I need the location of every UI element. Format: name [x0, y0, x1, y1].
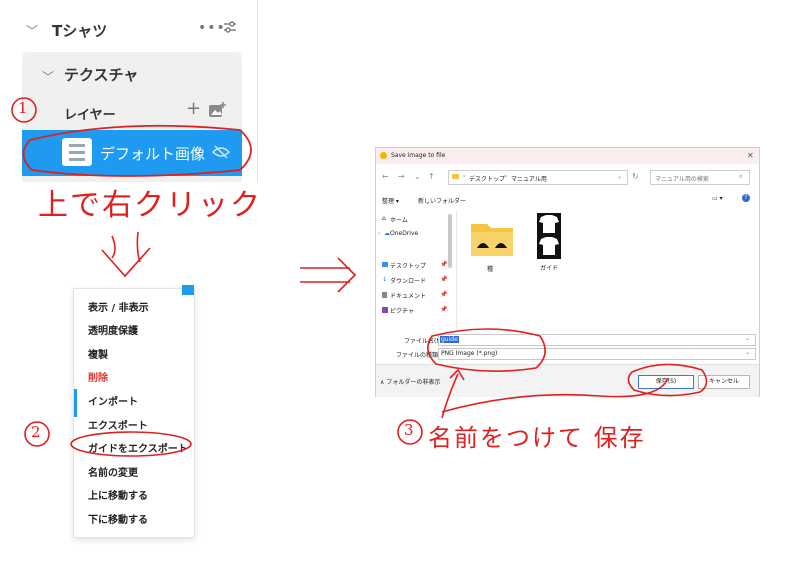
chevron-right-icon: › [505, 173, 508, 180]
chevron-down-icon[interactable]: ⌄ [745, 335, 750, 342]
file-item-folder[interactable]: 種 [469, 218, 515, 278]
menu-item-export-guide[interactable]: ガイドをエクスポート [88, 440, 188, 455]
chevron-down-icon[interactable]: ⌄ [617, 173, 622, 180]
filetype-value: PNG Image (*.png) [441, 350, 498, 357]
menu-side-accent [74, 389, 77, 417]
dialog-title: Save image to file [391, 152, 446, 159]
layer-item-label: デフォルト画像 [100, 145, 206, 163]
dialog-toolbar: 整理 ▾ 新しいフォルダー ▭ ▾ ? [376, 192, 759, 208]
step2-number: 2 [31, 423, 41, 441]
layer-title: レイヤー [64, 108, 116, 123]
menu-item-move-down[interactable]: 下に移動する [88, 511, 148, 526]
menu-item-move-up[interactable]: 上に移動する [88, 487, 148, 502]
save-dialog: Save image to file ✕ ← → ⌄ ↑ › デスクトップ › … [375, 147, 760, 397]
filename-value: guide [440, 336, 459, 343]
back-arrow-icon[interactable]: ← [382, 172, 389, 181]
nav-scrollbar[interactable] [448, 214, 452, 268]
nav-item-pictures[interactable]: ピクチャ [390, 306, 414, 315]
app-icon [380, 152, 387, 159]
cancel-button[interactable]: キャンセル [698, 375, 750, 389]
menu-item-rename[interactable]: 名前の変更 [88, 464, 138, 479]
step3-instruction: 名前をつけて 保存 [428, 424, 646, 452]
chevron-down-icon[interactable]: ⌄ [745, 349, 750, 356]
file-name: 種 [487, 266, 494, 273]
up-arrow-icon[interactable]: ↑ [428, 172, 435, 181]
navigation-pane: ⌂ ホーム › ☁ OneDrive デスクトップ 📌 ↓ ダウンロード 📌 ド… [376, 210, 457, 330]
context-menu: 表示 / 非表示 透明度保護 複製 削除 インポート エクスポート ガイドをエク… [73, 285, 195, 538]
step1-number: 1 [18, 99, 28, 117]
chevron-right-icon[interactable]: › [378, 230, 380, 237]
texture-title[interactable]: テクスチャ [64, 64, 138, 85]
chevron-down-icon[interactable]: ﹀ [42, 68, 54, 85]
forward-arrow-icon[interactable]: → [398, 172, 405, 181]
path-box[interactable]: › デスクトップ › マニュアル用 ⌄ [448, 170, 628, 185]
save-button[interactable]: 保存(S) [638, 375, 694, 389]
nav-item-desktop[interactable]: デスクトップ [390, 261, 426, 270]
filetype-row: ファイルの種類(T): PNG Image (*.png) ⌄ [376, 348, 759, 360]
step3-number: 3 [404, 421, 414, 439]
nav-item-downloads[interactable]: ダウンロード [390, 276, 426, 285]
folder-icon [452, 174, 459, 179]
pin-icon: 📌 [440, 276, 448, 283]
download-icon: ↓ [382, 276, 388, 283]
menu-corner-accent [182, 285, 194, 295]
folder-icon [471, 224, 513, 256]
menu-item-import[interactable]: インポート [88, 393, 138, 408]
dialog-bottom-bar: ∧ フォルダーの非表示 保存(S) キャンセル [376, 364, 759, 397]
menu-item-toggle-visibility[interactable]: 表示 / 非表示 [88, 299, 149, 314]
nav-item-documents[interactable]: ドキュメント [390, 291, 426, 300]
organize-button[interactable]: 整理 ▾ [382, 196, 399, 205]
picture-icon [382, 307, 388, 313]
image-thumbnail-icon [537, 213, 561, 259]
chevron-right-icon: › [463, 173, 466, 180]
nav-item-onedrive[interactable]: OneDrive [390, 230, 418, 237]
search-icon: ⌕ [739, 173, 743, 180]
group-title[interactable]: Tシャツ [52, 20, 107, 41]
panel-divider [257, 0, 258, 182]
chevron-down-icon[interactable]: ﹀ [26, 22, 38, 39]
refresh-icon[interactable]: ↻ [632, 172, 639, 181]
layer-panel: ﹀ Tシャツ ••• ﹀ テクスチャ レイヤー + デフォルト画像 [0, 0, 258, 182]
dialog-titlebar: Save image to file ✕ [376, 148, 759, 164]
pin-icon: 📌 [440, 261, 448, 268]
add-icon[interactable]: + [186, 98, 201, 119]
file-item-guide[interactable]: ガイド [526, 213, 572, 273]
close-icon[interactable]: ✕ [747, 151, 754, 160]
menu-item-export[interactable]: エクスポート [88, 417, 148, 432]
visibility-off-icon[interactable] [212, 144, 230, 160]
settings-sliders-icon[interactable] [222, 19, 238, 35]
step1-instruction: 上で右クリック [38, 188, 262, 223]
address-bar: ← → ⌄ ↑ › デスクトップ › マニュアル用 ⌄ ↻ マニュアル用の検索 … [376, 166, 759, 188]
new-folder-button[interactable]: 新しいフォルダー [418, 196, 466, 205]
chevron-down-icon[interactable]: ⌄ [414, 172, 421, 181]
search-input[interactable]: マニュアル用の検索 ⌕ [650, 170, 750, 185]
pin-icon: 📌 [440, 306, 448, 313]
document-icon [382, 292, 387, 298]
pin-icon: 📌 [440, 291, 448, 298]
add-image-icon[interactable] [208, 102, 226, 118]
breadcrumb-manual[interactable]: マニュアル用 [511, 174, 547, 183]
help-icon[interactable]: ? [742, 194, 750, 202]
layer-item-default-image[interactable]: デフォルト画像 [22, 130, 242, 176]
menu-item-delete[interactable]: 削除 [88, 369, 108, 384]
desktop-icon [382, 262, 388, 267]
layer-thumbnail [62, 138, 92, 166]
file-name: ガイド [540, 265, 559, 272]
search-placeholder: マニュアル用の検索 [655, 176, 709, 183]
menu-item-alpha-lock[interactable]: 透明度保護 [88, 322, 138, 337]
nav-item-home[interactable]: ホーム [390, 215, 408, 224]
breadcrumb-desktop[interactable]: デスクトップ [469, 174, 505, 183]
hide-folders-toggle[interactable]: ∧ フォルダーの非表示 [380, 377, 440, 386]
filename-row: ファイル名(N): guide ⌄ [376, 334, 759, 346]
view-options-icon[interactable]: ▭ ▾ [712, 195, 723, 202]
menu-item-duplicate[interactable]: 複製 [88, 346, 108, 361]
filetype-select[interactable]: PNG Image (*.png) ⌄ [438, 348, 756, 360]
filename-input[interactable]: guide ⌄ [438, 334, 756, 346]
home-icon: ⌂ [382, 215, 386, 222]
